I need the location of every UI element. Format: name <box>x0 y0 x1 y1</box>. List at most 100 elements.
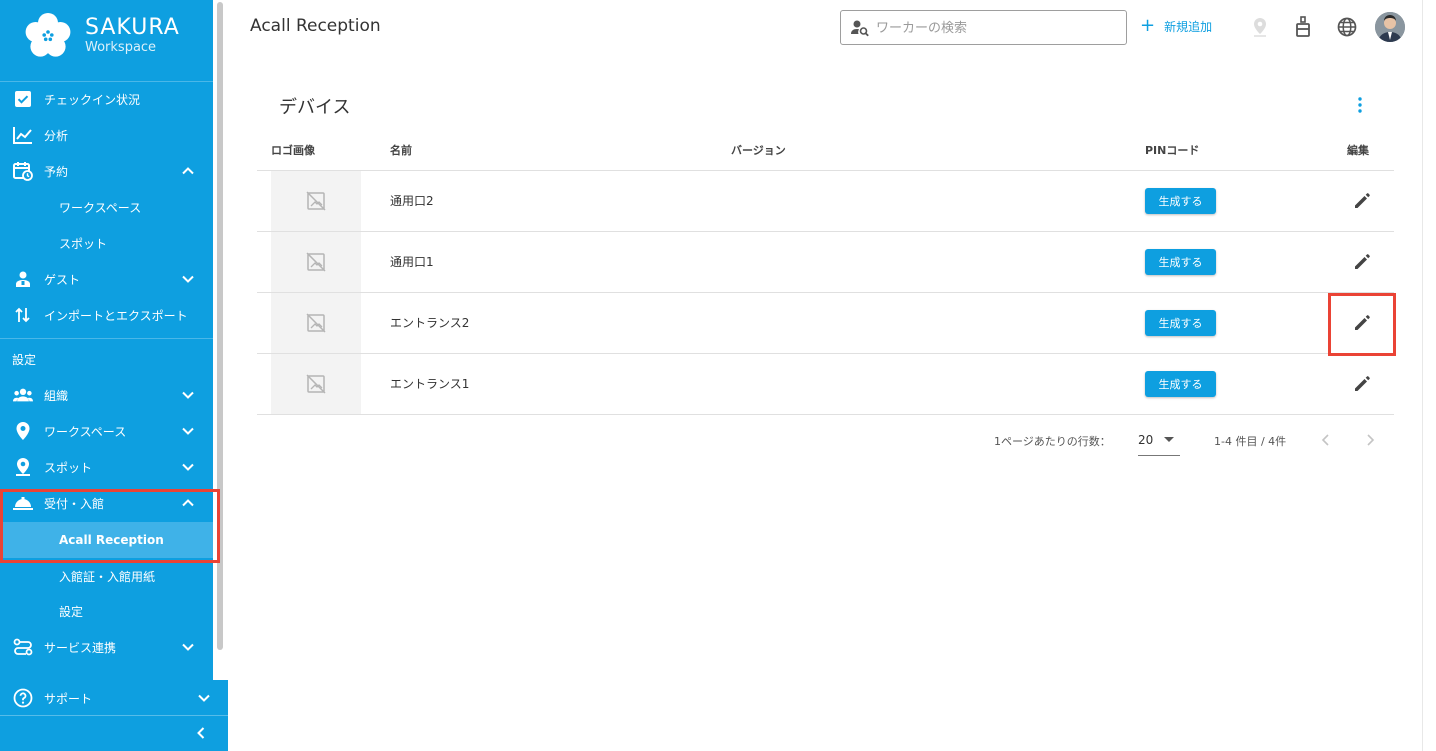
chevron-up-icon <box>182 499 194 507</box>
logo[interactable]: SAKURA Workspace <box>24 12 180 60</box>
sidebar-item-import-export[interactable]: インポートとエクスポート <box>0 297 213 333</box>
globe-icon[interactable] <box>1335 14 1359 40</box>
no-image-icon <box>306 191 326 211</box>
edit-pencil-icon[interactable] <box>1352 374 1372 394</box>
sidebar-item-spot[interactable]: スポット <box>0 449 213 485</box>
prev-page-icon[interactable] <box>1318 432 1334 448</box>
sidebar-item-workspace[interactable]: ワークスペース <box>0 413 213 449</box>
collapse-left-icon[interactable] <box>194 726 208 740</box>
sidebar-item-label: ゲスト <box>44 272 81 287</box>
user-avatar[interactable] <box>1375 12 1405 42</box>
chevron-down-icon <box>198 694 210 702</box>
chevron-down-icon <box>182 275 194 283</box>
settings-section-label: 設定 <box>12 353 37 367</box>
calendar-clock-icon <box>13 161 33 181</box>
chevron-down-icon <box>182 463 194 471</box>
chevron-up-icon <box>182 167 194 175</box>
rows-per-page-select[interactable]: 20 <box>1138 430 1180 456</box>
edit-pencil-icon[interactable] <box>1352 191 1372 211</box>
sidebar-item-organization[interactable]: 組織 <box>0 377 213 413</box>
sidebar-footer: サポート <box>0 680 228 751</box>
add-new-button[interactable]: + 新規追加 <box>1140 17 1212 35</box>
sidebar-item-badges[interactable]: 入館証・入館用紙 <box>0 558 213 594</box>
sidebar-item-analytics[interactable]: 分析 <box>0 117 213 153</box>
bell-reception-icon <box>13 493 33 513</box>
sidebar-item-workspace-reservation[interactable]: ワークスペース <box>0 189 213 225</box>
worker-search[interactable] <box>840 10 1127 45</box>
divider <box>0 338 213 339</box>
logo-cell <box>271 232 361 292</box>
sidebar-item-label: 分析 <box>44 128 69 143</box>
pagination-range: 1-4 件目 / 4件 <box>1214 435 1287 448</box>
no-image-icon <box>306 374 326 394</box>
sidebar-item-guest[interactable]: ゲスト <box>0 261 213 297</box>
reception-kiosk-icon[interactable] <box>1291 14 1315 40</box>
sidebar-item-label: 設定 <box>59 604 84 619</box>
sidebar-item-label: 組織 <box>44 388 69 403</box>
table-bottom-border <box>257 414 1394 415</box>
rows-per-page-value: 20 <box>1138 433 1154 447</box>
sidebar-scrollbar-thumb[interactable] <box>217 2 223 650</box>
chevron-down-icon <box>182 427 194 435</box>
table-row: エントランス1 生成する <box>257 353 1394 414</box>
edit-pencil-icon[interactable] <box>1352 313 1372 333</box>
spot-pin-icon <box>13 457 33 477</box>
location-pin-icon <box>13 421 33 441</box>
sidebar-item-reception-settings[interactable]: 設定 <box>0 593 213 629</box>
sidebar-item-reservation[interactable]: 予約 <box>0 153 213 189</box>
sidebar: SAKURA Workspace チェックイン状況 分析 予約 ワークスペース <box>0 0 228 751</box>
sidebar-item-label: ワークスペース <box>59 200 142 215</box>
top-bar: Acall Reception + 新規追加 <box>228 0 1422 56</box>
column-header-name: 名前 <box>390 144 412 157</box>
device-name: 通用口1 <box>390 255 434 269</box>
sidebar-item-label: スポット <box>59 236 108 251</box>
edit-pencil-icon[interactable] <box>1352 252 1372 272</box>
help-circle-icon <box>13 688 33 708</box>
brand-name: SAKURA <box>85 15 180 40</box>
sidebar-item-label: サポート <box>44 691 93 706</box>
device-name: 通用口2 <box>390 194 434 208</box>
add-new-label: 新規追加 <box>1164 19 1213 34</box>
sidebar-item-label: チェックイン状況 <box>44 92 141 107</box>
generate-pin-button[interactable]: 生成する <box>1145 310 1216 336</box>
sidebar-nav: SAKURA Workspace チェックイン状況 分析 予約 ワークスペース <box>0 0 213 680</box>
sidebar-item-label: Acall Reception <box>59 533 164 547</box>
chevron-down-icon <box>182 643 194 651</box>
sidebar-scrollbar[interactable] <box>215 0 228 680</box>
device-name: エントランス1 <box>390 377 470 391</box>
sidebar-item-checkin[interactable]: チェックイン状況 <box>0 81 213 117</box>
column-header-pin: PINコード <box>1145 144 1200 157</box>
search-input[interactable] <box>876 17 1116 39</box>
more-vertical-icon[interactable] <box>1352 96 1368 114</box>
sidebar-item-label: 予約 <box>44 164 69 179</box>
table-row: 通用口2 生成する <box>257 170 1394 231</box>
plus-icon: + <box>1140 15 1156 36</box>
next-page-icon[interactable] <box>1362 432 1378 448</box>
integration-icon <box>13 637 33 657</box>
column-header-version: バージョン <box>731 144 786 157</box>
person-search-icon <box>851 20 869 37</box>
sidebar-item-label: インポートとエクスポート <box>44 308 188 323</box>
sidebar-item-support[interactable]: サポート <box>0 680 228 716</box>
divider <box>0 715 228 716</box>
page-scrollbar[interactable] <box>1422 0 1436 751</box>
sidebar-item-reception[interactable]: 受付・入館 <box>0 485 213 521</box>
generate-pin-button[interactable]: 生成する <box>1145 371 1216 397</box>
dropdown-arrow-icon <box>1164 437 1174 442</box>
sidebar-item-spot-reservation[interactable]: スポット <box>0 225 213 261</box>
sidebar-item-acall-reception[interactable]: Acall Reception <box>0 522 213 558</box>
sidebar-item-label: スポット <box>44 460 93 475</box>
table-row: 通用口1 生成する <box>257 231 1394 292</box>
logo-cell <box>271 293 361 353</box>
generate-pin-button[interactable]: 生成する <box>1145 249 1216 275</box>
no-image-icon <box>306 313 326 333</box>
generate-pin-button[interactable]: 生成する <box>1145 188 1216 214</box>
sidebar-item-label: サービス連携 <box>44 640 117 655</box>
column-header-edit: 編集 <box>1347 144 1369 157</box>
location-pin-icon[interactable] <box>1248 14 1272 40</box>
rows-per-page-label: 1ページあたりの行数： <box>994 435 1111 448</box>
group-icon <box>13 385 33 405</box>
sidebar-item-integrations[interactable]: サービス連携 <box>0 629 213 665</box>
chevron-down-icon <box>182 391 194 399</box>
brand-sub: Workspace <box>85 40 157 55</box>
